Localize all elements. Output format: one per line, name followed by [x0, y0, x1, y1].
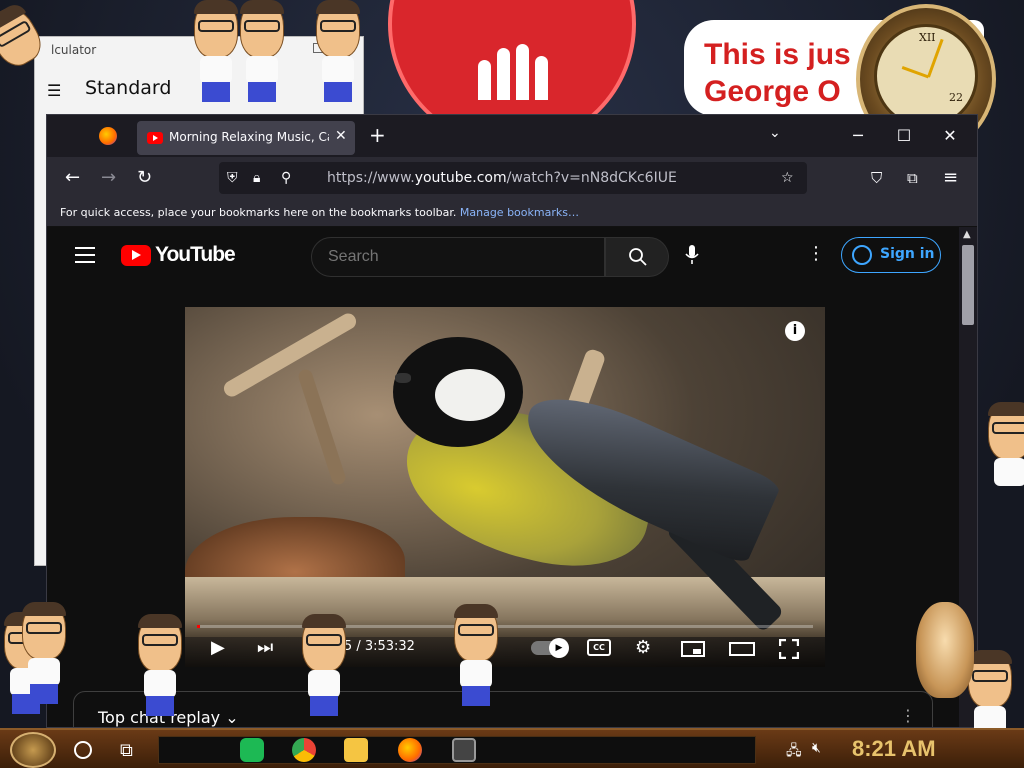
progress-fill — [197, 625, 201, 628]
sign-in-label: Sign in — [880, 246, 935, 262]
tab-title: Morning Relaxing Music, Calm — [169, 130, 329, 144]
hamster-figure — [916, 602, 974, 698]
minimize-button[interactable]: ─ — [835, 123, 881, 149]
fullscreen-icon[interactable] — [778, 638, 800, 664]
maximize-button[interactable]: ☐ — [881, 123, 927, 149]
autoplay-toggle[interactable] — [531, 638, 569, 658]
cartoon-figure — [312, 0, 366, 104]
chat-more-icon[interactable]: ⋮ — [900, 706, 916, 725]
reload-button[interactable]: ↻ — [137, 167, 152, 188]
clock-face: XII 22 — [874, 24, 978, 128]
sign-in-button[interactable]: Sign in — [841, 237, 941, 273]
video-controls: ▶ ⏭ 0:15 / 3:53:32 CC ⚙ — [185, 619, 825, 667]
firefox-icon[interactable] — [99, 127, 117, 145]
tab-youtube[interactable]: Morning Relaxing Music, Calm ✕ — [137, 121, 355, 155]
progress-bar[interactable] — [197, 625, 813, 628]
chrome-icon[interactable] — [292, 738, 316, 762]
start-button[interactable] — [10, 732, 56, 768]
network-icon[interactable]: 🖧︎ — [786, 740, 802, 764]
scroll-up-icon[interactable]: ▲ — [963, 229, 971, 240]
calculator-mode-label: Standard — [85, 77, 172, 99]
search-icon — [629, 248, 647, 266]
clock-date: 22 — [949, 91, 963, 104]
url-text[interactable]: https://www.youtube.com/watch?v=nN8dCKc6… — [327, 170, 677, 186]
lock-icon[interactable]: 🔒︎ — [253, 170, 260, 186]
url-bar[interactable]: ⛨ 🔒︎ ⚲ https://www.youtube.com/watch?v=n… — [219, 162, 807, 194]
close-window-button[interactable]: ✕ — [927, 123, 973, 149]
calculator-icon[interactable] — [452, 738, 476, 762]
play-icon[interactable]: ▶ — [211, 637, 225, 658]
cartoon-figure — [18, 602, 72, 706]
cartoon-figure — [134, 614, 188, 718]
volume-muted-icon[interactable]: 🔇︎ — [812, 740, 821, 756]
back-button[interactable]: ← — [65, 167, 80, 188]
video-player[interactable]: i ▶ ⏭ 0:15 / 3:53:32 CC ⚙ — [185, 307, 825, 667]
bookmark-star-icon[interactable]: ☆ — [781, 170, 794, 186]
settings-gear-icon[interactable]: ⚙ — [635, 637, 651, 658]
chevron-down-icon: ⌄ — [225, 708, 239, 727]
shield-icon[interactable]: ⛨ — [227, 170, 238, 186]
search-input[interactable] — [328, 248, 588, 266]
extensions-icon[interactable]: ⧉ — [907, 169, 918, 187]
tab-bar: Morning Relaxing Music, Calm ✕ + ⌄ ─ ☐ ✕ — [47, 115, 977, 157]
bookmarks-message: For quick access, place your bookmarks h… — [60, 206, 457, 219]
quote-banner-text: This is jus George O — [704, 38, 851, 108]
youtube-wordmark[interactable]: YouTube — [155, 243, 236, 267]
search-box[interactable] — [311, 237, 605, 277]
youtube-favicon-icon — [147, 132, 163, 144]
cartoon-figure — [450, 604, 504, 708]
next-icon[interactable]: ⏭ — [257, 637, 273, 658]
close-tab-icon[interactable]: ✕ — [335, 128, 347, 144]
youtube-logo-icon[interactable] — [121, 245, 151, 266]
search-button[interactable] — [605, 237, 669, 277]
bookmarks-toolbar: For quick access, place your bookmarks h… — [47, 199, 977, 227]
info-icon[interactable]: i — [785, 321, 805, 341]
list-all-tabs-button[interactable]: ⌄ — [769, 125, 781, 141]
pocket-icon[interactable]: ⛉ — [871, 169, 882, 187]
cartoon-figure — [236, 0, 290, 104]
cartoon-figure — [984, 402, 1024, 506]
captions-icon[interactable]: CC — [587, 639, 611, 656]
app-menu-icon[interactable]: ≡ — [943, 167, 958, 188]
manage-bookmarks-link[interactable]: Manage bookmarks… — [460, 206, 579, 219]
miniplayer-icon[interactable] — [681, 641, 705, 662]
theater-mode-icon[interactable] — [729, 641, 755, 662]
hamburger-menu-icon[interactable] — [75, 247, 95, 268]
search-icon[interactable] — [74, 741, 92, 759]
cartoon-figure — [298, 614, 352, 718]
new-tab-button[interactable]: + — [369, 123, 386, 147]
microphone-icon[interactable] — [685, 245, 699, 270]
permissions-icon[interactable]: ⚲ — [281, 170, 291, 186]
file-explorer-icon[interactable] — [344, 738, 368, 762]
spotify-icon[interactable] — [240, 738, 264, 762]
firefox-taskbar-icon[interactable] — [398, 738, 422, 762]
navigation-toolbar: ← → ↻ ⛨ 🔒︎ ⚲ https://www.youtube.com/wat… — [47, 157, 977, 199]
settings-more-icon[interactable]: ⋮ — [807, 243, 825, 264]
taskbar: ⧉ 🖧︎ 🔇︎ 8:21 AM — [0, 728, 1024, 768]
user-icon — [852, 245, 872, 265]
task-view-icon[interactable]: ⧉ — [120, 740, 133, 761]
scroll-thumb[interactable] — [962, 245, 974, 325]
clock-numeral: XII — [919, 31, 936, 44]
taskbar-clock[interactable]: 8:21 AM — [852, 736, 936, 762]
forward-button[interactable]: → — [101, 167, 116, 188]
